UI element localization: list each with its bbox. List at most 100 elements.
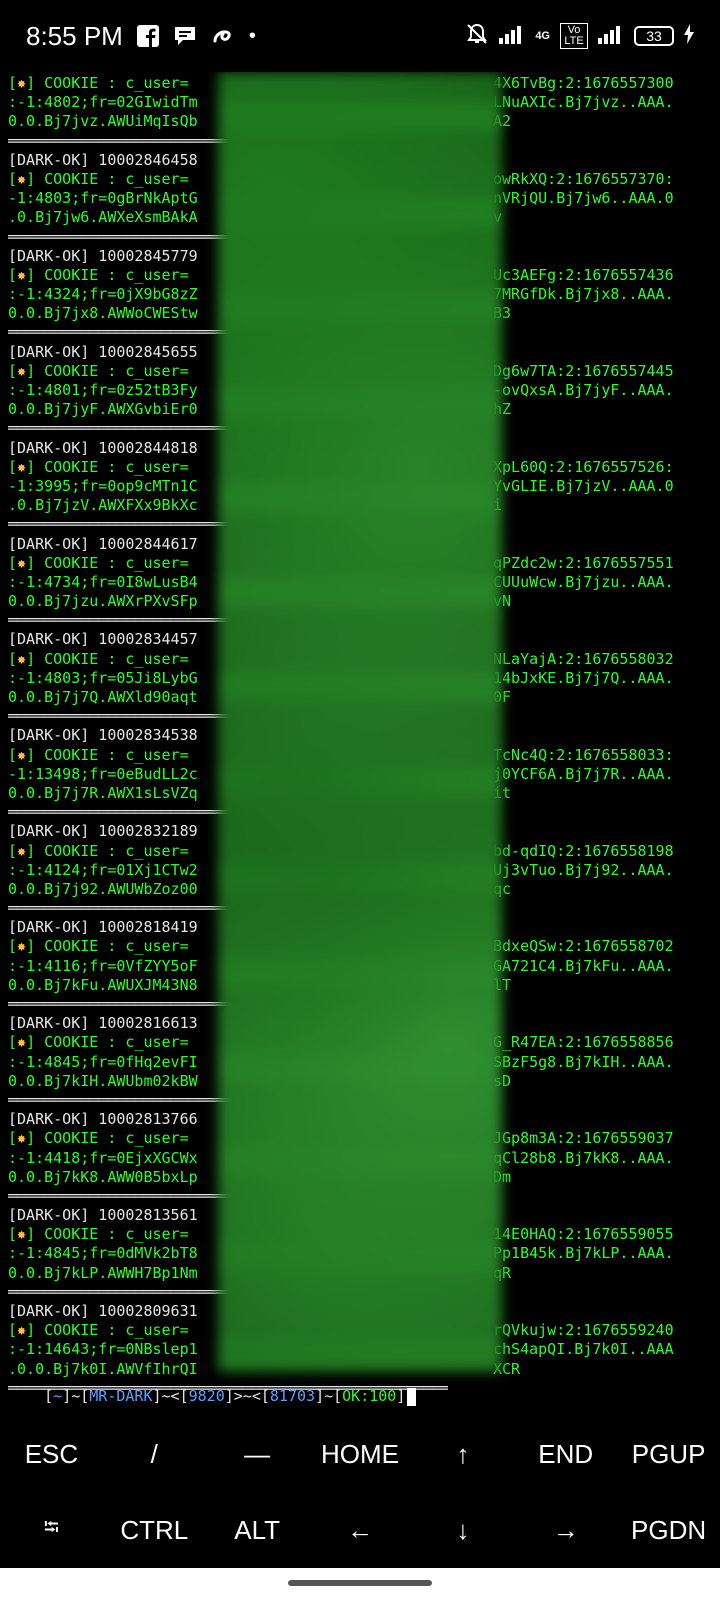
key-row2-5[interactable]: → xyxy=(514,1515,617,1546)
key-row2-6[interactable]: PGDN xyxy=(617,1515,720,1546)
explosion-icon: ✸ xyxy=(17,457,27,476)
dark-ok-text: [DARK-OK] 10002832189 xyxy=(8,822,198,841)
dark-ok-text: [DARK-OK] 10002809631 xyxy=(8,1302,198,1320)
terminal-output[interactable]: [✸] COOKIE : c_user= 4X6TvBg:2:1676557300… xyxy=(0,72,720,1416)
explosion-icon: ✸ xyxy=(17,361,27,380)
cookie-data-left: 0.0.Bj7j7Q.AWXld90aqt xyxy=(8,688,198,706)
cookie-data-right: bd-qdIQ:2:1676558198 xyxy=(493,841,674,860)
cookie-label: ] COOKIE : c_user= xyxy=(26,265,189,284)
bracket: [ xyxy=(8,553,18,572)
key-row1-5[interactable]: END xyxy=(514,1439,617,1470)
dark-ok-text: [DARK-OK] 10002834457 xyxy=(8,630,198,649)
key-row2-3[interactable]: ← xyxy=(309,1515,412,1546)
dark-ok-text: [DARK-OK] 10002813766 xyxy=(8,1110,198,1129)
cookie-data-right: 14bJxKE.Bj7j7Q..AAA. xyxy=(493,668,674,687)
cookie-label: ] COOKIE : c_user= xyxy=(26,1129,189,1148)
bracket: [ xyxy=(8,937,18,956)
bracket: [ xyxy=(8,745,18,764)
cookie-data-left: 0.0.Bj7jzu.AWXrPXvSFp xyxy=(8,592,198,611)
dark-ok-text: [DARK-OK] 10002813561 xyxy=(8,1206,198,1225)
bracket: [ xyxy=(8,361,18,380)
cookie-data-left: :-1:4324;fr=0jX9bG8zZ xyxy=(8,285,198,304)
cookie-label: ] COOKIE : c_user= xyxy=(26,937,189,956)
signal-icon xyxy=(499,23,525,50)
cookie-data-left: :-1:4803;fr=05Ji8LybG xyxy=(8,668,198,687)
dark-ok-text: [DARK-OK] 10002818419 xyxy=(8,918,198,937)
key-row2-1[interactable]: CTRL xyxy=(103,1515,206,1546)
home-gesture-handle[interactable] xyxy=(288,1580,432,1586)
cookie-data-right: nVRjQU.Bj7jw6..AAA.0 xyxy=(493,189,674,208)
cookie-data-left: .0.Bj7jzV.AWXFXx9BkXc xyxy=(8,496,198,515)
cookie-data-right: Uj3vTuo.Bj7j92..AAA. xyxy=(493,860,674,879)
bracket: [ xyxy=(8,457,18,476)
cookie-label: ] COOKIE : c_user= xyxy=(26,74,189,92)
cookie-data-right: G_R47EA:2:1676558856 xyxy=(493,1033,674,1052)
bracket: [ xyxy=(8,841,18,860)
cookie-data-right: Pp1B45k.Bj7kLP..AAA. xyxy=(493,1244,674,1263)
dark-ok-text: [DARK-OK] 10002845655 xyxy=(8,342,198,361)
cookie-data-right: qPZdc2w:2:1676557551 xyxy=(493,553,674,572)
key-row1-4[interactable]: ↑ xyxy=(411,1439,514,1470)
charging-icon xyxy=(684,23,694,49)
navigation-bar xyxy=(0,1568,720,1600)
redacted-blur-region xyxy=(218,72,502,1372)
cookie-data-left: -1:4803;fr=0gBrNkAptG xyxy=(8,189,198,208)
extra-keys-bar: ESC / — HOME ↑ END PGUP ⭾ CTRL ALT ← ↓ → PGDN xyxy=(0,1416,720,1568)
cookie-data-right: chS4apQI.Bj7k0I..AAA xyxy=(493,1340,674,1359)
key-row1-6[interactable]: PGUP xyxy=(617,1439,720,1470)
explosion-icon: ✸ xyxy=(17,937,27,956)
explosion-icon: ✸ xyxy=(17,745,27,764)
key-row2-4[interactable]: ↓ xyxy=(411,1515,514,1546)
prompt-user: MR-DARK xyxy=(89,1387,153,1405)
cookie-data-right: NLaYajA:2:1676558032 xyxy=(493,649,674,668)
cookie-data-right: LNuAXIc.Bj7jvz..AAA. xyxy=(493,93,674,112)
cookie-data-left: 0.0.Bj7jx8.AWWoCWEStw xyxy=(8,304,198,323)
clock: 8:55 PM xyxy=(26,20,123,51)
key-row1-0[interactable]: ESC xyxy=(0,1439,103,1470)
prompt-count-2: 81703 xyxy=(269,1387,316,1405)
key-row1-2[interactable]: — xyxy=(206,1439,309,1470)
explosion-icon: ✸ xyxy=(17,74,27,92)
cookie-data-left: 0.0.Bj7kIH.AWUbm02kBW xyxy=(8,1071,198,1090)
cookie-label: ] COOKIE : c_user= xyxy=(26,361,189,380)
extra-keys-row-1: ESC / — HOME ↑ END PGUP xyxy=(0,1416,720,1492)
cookie-data-right: BdxeQSw:2:1676558702 xyxy=(493,937,674,956)
volte-badge: Vo LTE xyxy=(560,23,588,49)
message-icon xyxy=(173,25,197,47)
status-icons: 4G Vo LTE 33 xyxy=(465,22,694,51)
bracket: [ xyxy=(8,1225,18,1244)
cookie-data-right: rQVkujw:2:1676559240 xyxy=(493,1321,674,1340)
extra-keys-row-2: ⭾ CTRL ALT ← ↓ → PGDN xyxy=(0,1492,720,1568)
cookie-data-right: SBzF5g8.Bj7kIH..AAA. xyxy=(493,1052,674,1071)
bracket: [ xyxy=(8,265,18,284)
shell-prompt[interactable]: [~]~[MR-DARK]~<[9820]>~<[81703]~[OK:100] xyxy=(8,1366,417,1416)
explosion-icon: ✸ xyxy=(17,1321,27,1340)
cookie-data-right: GA721C4.Bj7kFu..AAA. xyxy=(493,956,674,975)
bracket: [ xyxy=(8,1033,18,1052)
cookie-data-right: TcNc4Q:2:1676558033: xyxy=(493,745,674,764)
explosion-icon: ✸ xyxy=(17,1225,27,1244)
bracket: [ xyxy=(8,1321,18,1340)
cookie-label: ] COOKIE : c_user= xyxy=(26,1321,189,1340)
dark-ok-text: [DARK-OK] 10002844818 xyxy=(8,438,198,457)
cookie-data-left: 0.0.Bj7jyF.AWXGvbiEr0 xyxy=(8,400,198,419)
dark-ok-text: [DARK-OK] 10002844617 xyxy=(8,534,198,553)
key-row2-2[interactable]: ALT xyxy=(206,1515,309,1546)
cookie-data-right: -ovQxsA.Bj7jyF..AAA. xyxy=(493,381,674,399)
prompt-home: ~ xyxy=(53,1387,63,1405)
cookie-data-left: 0.0.Bj7jvz.AWUiMqIsQb xyxy=(8,112,198,131)
explosion-icon: ✸ xyxy=(17,553,27,572)
dark-ok-text: [DARK-OK] 10002816613 xyxy=(8,1014,198,1033)
key-row1-1[interactable]: / xyxy=(103,1439,206,1470)
key-row1-3[interactable]: HOME xyxy=(309,1439,412,1470)
prompt-bracket: ] xyxy=(396,1387,406,1405)
cookie-label: ] COOKIE : c_user= xyxy=(26,169,189,188)
cookie-label: ] COOKIE : c_user= xyxy=(26,457,189,476)
facebook-icon xyxy=(136,25,159,47)
cookie-data-left: :-1:4845;fr=0dMVk2bT8 xyxy=(8,1244,198,1263)
cookie-data-right: 7MRGfDk.Bj7jx8..AAA. xyxy=(493,285,674,304)
key-row2-0[interactable]: ⭾ xyxy=(0,1513,103,1547)
cookie-data-right: 4X6TvBg:2:1676557300 xyxy=(493,74,674,92)
cookie-data-right: XpL60Q:2:1676557526: xyxy=(493,457,674,476)
prompt-bracket: [ xyxy=(44,1387,54,1405)
